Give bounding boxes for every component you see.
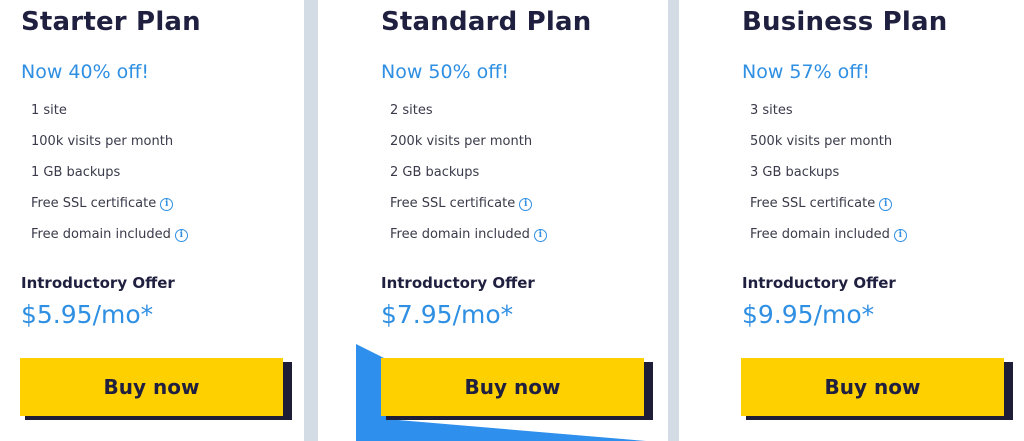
buy-button-wrapper: Buy now xyxy=(741,358,1013,420)
feature-text: Free domain included xyxy=(750,227,890,242)
feature-item: Free SSL certificate i xyxy=(750,196,907,227)
plan-title: Starter Plan xyxy=(21,7,201,37)
plan-card-business: Business Plan Now 57% off! 3 sites 500k … xyxy=(679,0,1024,441)
feature-text: 500k visits per month xyxy=(750,134,893,149)
plan-discount: Now 50% off! xyxy=(381,61,510,83)
plan-discount: Now 40% off! xyxy=(21,61,150,83)
feature-text: Free SSL certificate xyxy=(31,196,157,211)
feature-text: Free domain included xyxy=(31,227,171,242)
buy-now-button[interactable]: Buy now xyxy=(741,358,1004,416)
info-icon[interactable]: i xyxy=(519,198,533,211)
feature-item: Free SSL certificate i xyxy=(31,196,188,227)
feature-text: 100k visits per month xyxy=(31,134,174,149)
feature-item: 2 sites xyxy=(390,103,547,134)
plan-discount: Now 57% off! xyxy=(742,61,871,83)
feature-item: Free domain included i xyxy=(31,227,188,258)
feature-list: 1 site 100k visits per month 1 GB backup… xyxy=(31,103,188,258)
info-icon[interactable]: i xyxy=(893,229,907,242)
feature-item: 3 GB backups xyxy=(750,165,907,196)
feature-item: 1 GB backups xyxy=(31,165,188,196)
plan-price: $5.95/mo* xyxy=(21,300,154,329)
info-icon[interactable]: i xyxy=(879,198,893,211)
feature-item: Free SSL certificate i xyxy=(390,196,547,227)
feature-text: 2 GB backups xyxy=(390,165,480,180)
feature-text: Free SSL certificate xyxy=(750,196,876,211)
plan-price: $9.95/mo* xyxy=(742,300,875,329)
feature-text: 3 GB backups xyxy=(750,165,840,180)
info-icon[interactable]: i xyxy=(533,229,547,242)
buy-button-wrapper: Buy now xyxy=(381,358,653,420)
feature-list: 2 sites 200k visits per month 2 GB backu… xyxy=(390,103,547,258)
feature-item: 500k visits per month xyxy=(750,134,907,165)
feature-text: 3 sites xyxy=(750,103,793,118)
feature-item: Free domain included i xyxy=(390,227,547,258)
offer-label: Introductory Offer xyxy=(21,274,175,292)
feature-text: 200k visits per month xyxy=(390,134,533,149)
offer-label: Introductory Offer xyxy=(381,274,535,292)
info-icon[interactable]: i xyxy=(174,229,188,242)
buy-now-button[interactable]: Buy now xyxy=(381,358,644,416)
feature-item: 2 GB backups xyxy=(390,165,547,196)
feature-item: 1 site xyxy=(31,103,188,134)
feature-text: Free domain included xyxy=(390,227,530,242)
info-icon[interactable]: i xyxy=(160,198,174,211)
feature-item: 100k visits per month xyxy=(31,134,188,165)
feature-text: Free SSL certificate xyxy=(390,196,516,211)
feature-item: 200k visits per month xyxy=(390,134,547,165)
plan-title: Business Plan xyxy=(742,7,948,37)
plan-price: $7.95/mo* xyxy=(381,300,514,329)
offer-label: Introductory Offer xyxy=(742,274,896,292)
buy-now-button[interactable]: Buy now xyxy=(20,358,283,416)
feature-text: 2 sites xyxy=(390,103,433,118)
feature-text: 1 site xyxy=(31,103,67,118)
feature-item: Free domain included i xyxy=(750,227,907,258)
plan-title: Standard Plan xyxy=(381,7,592,37)
plan-card-starter: Starter Plan Now 40% off! 1 site 100k vi… xyxy=(0,0,304,441)
feature-item: 3 sites xyxy=(750,103,907,134)
feature-text: 1 GB backups xyxy=(31,165,121,180)
buy-button-wrapper: Buy now xyxy=(20,358,292,420)
feature-list: 3 sites 500k visits per month 3 GB backu… xyxy=(750,103,907,258)
plan-card-standard: Standard Plan Now 50% off! 2 sites 200k … xyxy=(318,0,668,441)
